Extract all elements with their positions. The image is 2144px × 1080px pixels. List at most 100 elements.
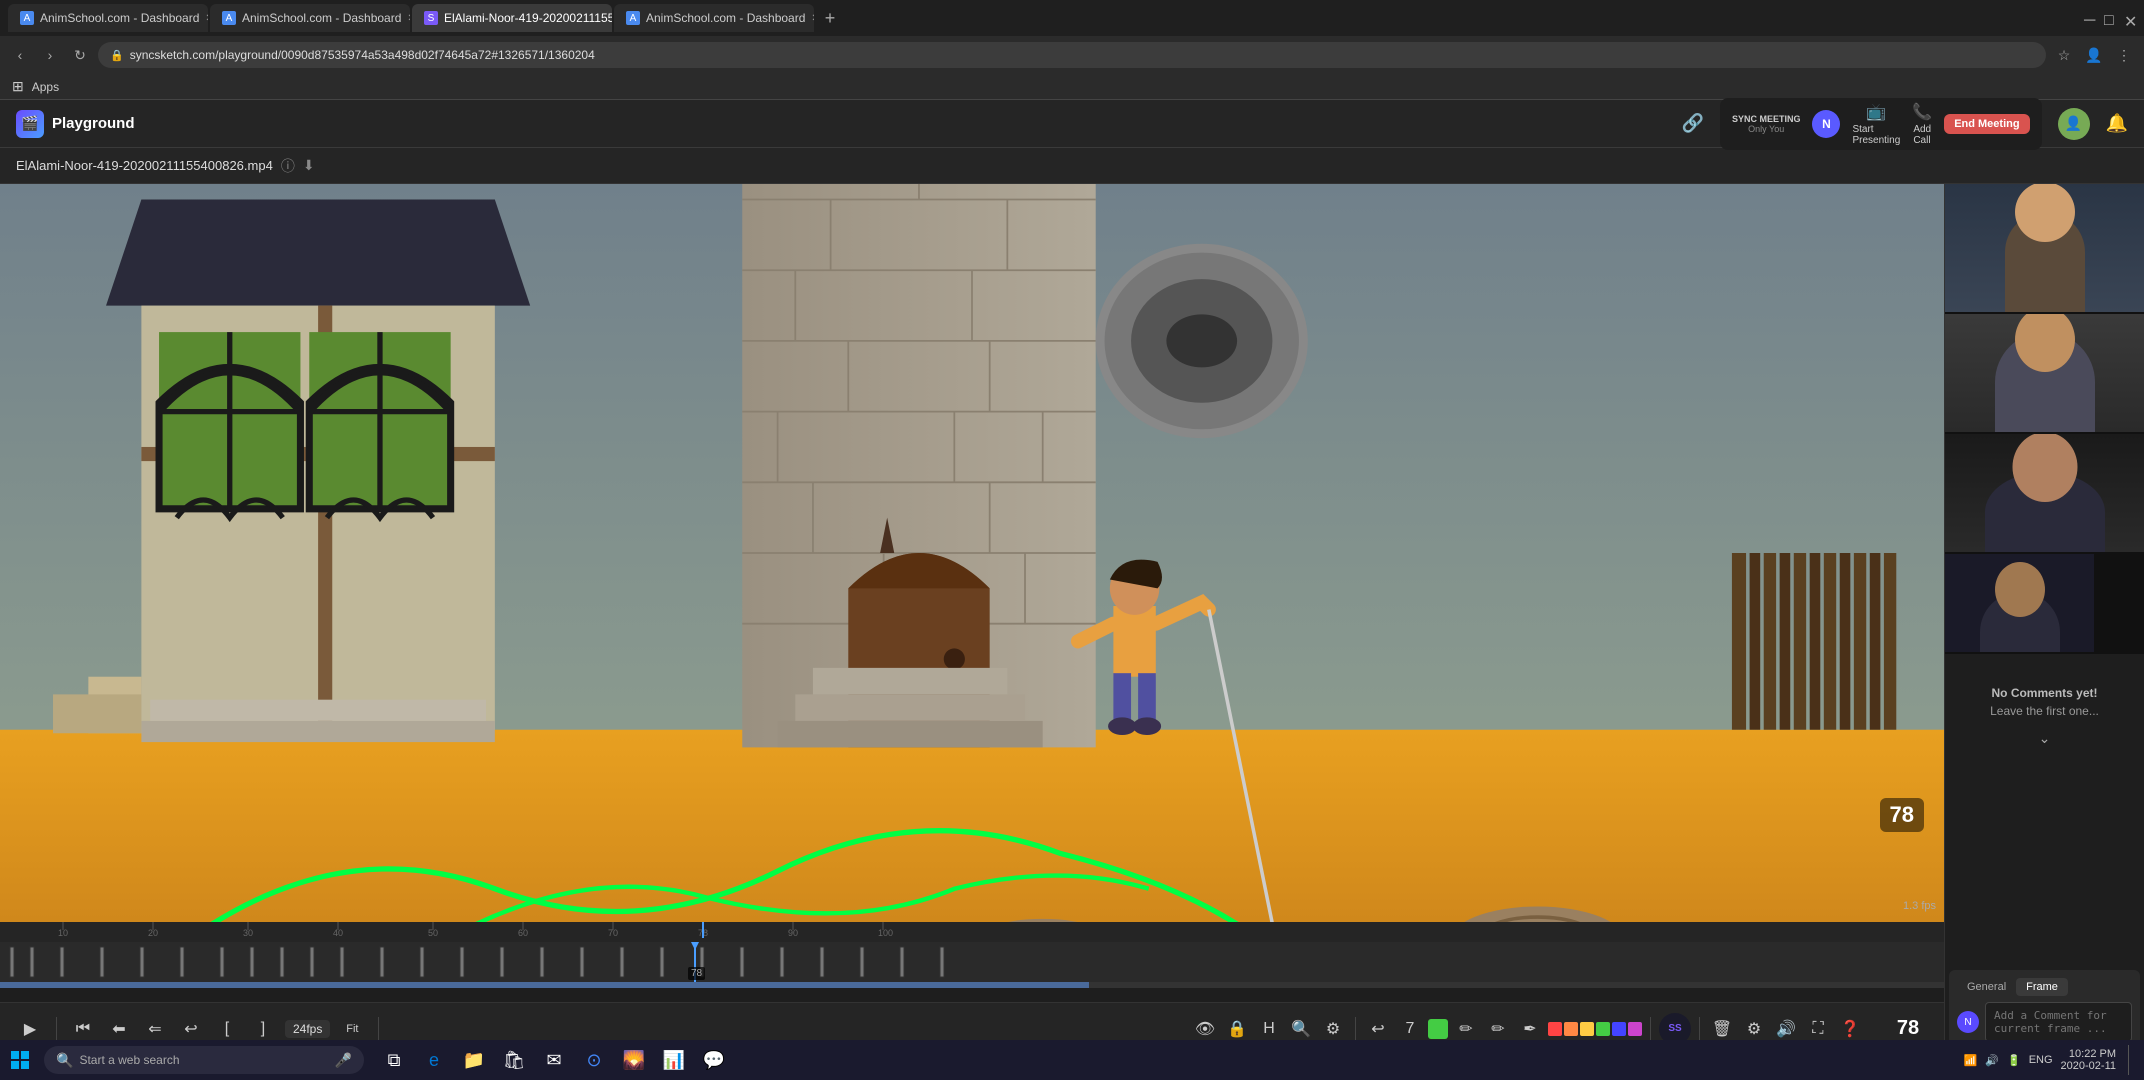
play-button[interactable]: ▶ (16, 1015, 44, 1043)
audio-button[interactable]: 🔊 (1772, 1015, 1800, 1043)
comment-textarea[interactable] (1985, 1002, 2132, 1042)
color-orange[interactable] (1564, 1022, 1578, 1036)
microphone-icon[interactable]: 🎤 (335, 1052, 352, 1069)
new-tab-button[interactable]: + (816, 4, 844, 32)
file-info-bar: ElAlami-Noor-419-20200211155400826.mp4 ⓘ… (0, 148, 2144, 184)
fit-button[interactable]: Fit (338, 1015, 366, 1043)
color-palette (1548, 1022, 1642, 1036)
tab-close-2[interactable]: ✕ (407, 13, 410, 24)
search-tool-button[interactable]: 🔍 (1287, 1015, 1315, 1043)
bracket-start-button[interactable]: [ (213, 1015, 241, 1043)
forward-button[interactable]: › (38, 43, 62, 67)
play-icon: ▶ (24, 1019, 36, 1039)
start-presenting-button[interactable]: 📺 StartPresenting (1852, 102, 1900, 146)
expand-comments-button[interactable]: ⌄ (1957, 726, 2132, 751)
skip-to-start-button[interactable]: ⏮ (69, 1015, 97, 1043)
color-green[interactable] (1596, 1022, 1610, 1036)
settings2-button[interactable]: ⚙ (1740, 1015, 1768, 1043)
color-purple[interactable] (1628, 1022, 1642, 1036)
logo-icon: 🎬 (16, 110, 44, 138)
end-meeting-button[interactable]: End Meeting (1944, 114, 2029, 134)
lock-icon: 🔒 (110, 49, 124, 62)
meeting-label: SYNC MEETING Only You (1732, 114, 1801, 134)
bracket-end-button[interactable]: ] (249, 1015, 277, 1043)
loop-button[interactable]: ↩ (177, 1015, 205, 1043)
store-button[interactable]: 🛍 (496, 1042, 532, 1078)
tab-3[interactable]: S ElAlami-Noor-419-20200211155... ✕ (412, 4, 612, 32)
minimize-button[interactable]: ─ (2084, 12, 2096, 24)
start-presenting-label: StartPresenting (1852, 124, 1900, 146)
tab-4[interactable]: A AnimSchool.com - Dashboard ✕ (614, 4, 814, 32)
back-button[interactable]: ‹ (8, 43, 32, 67)
undo-button[interactable]: ↩ (1364, 1015, 1392, 1043)
download-button[interactable]: ⬇ (303, 157, 315, 174)
color-yellow[interactable] (1580, 1022, 1594, 1036)
app-button-7[interactable]: 💬 (696, 1042, 732, 1078)
ruler-svg: 10 20 30 40 50 60 70 78 90 100 (8, 922, 1936, 942)
language-indicator: ENG (2029, 1054, 2053, 1066)
tab-1[interactable]: A AnimSchool.com - Dashboard ✕ (8, 4, 208, 32)
mail-button[interactable]: ✉ (536, 1042, 572, 1078)
general-tab-label: General (1967, 981, 2006, 993)
pen-tool-button[interactable]: ✒ (1516, 1015, 1544, 1043)
start-button[interactable] (0, 1040, 40, 1080)
delete-button[interactable]: 🗑 (1708, 1015, 1736, 1043)
lock-tool-button[interactable]: 🔒 (1223, 1015, 1251, 1043)
battery-icon[interactable]: 🔋 (2007, 1054, 2021, 1067)
fullscreen-button[interactable]: ⛶ (1804, 1015, 1832, 1043)
general-tab[interactable]: General (1957, 978, 2016, 996)
prev-frame-button[interactable]: ⬅ (105, 1015, 133, 1043)
link-icon[interactable]: 🔗 (1682, 113, 1704, 134)
taskbar-search-box[interactable]: 🔍 Start a web search 🎤 (44, 1046, 364, 1074)
photos-button[interactable]: 🌄 (616, 1042, 652, 1078)
close-button[interactable]: ✕ (2124, 12, 2136, 24)
comment-tabs: General Frame (1957, 978, 2132, 996)
maximize-button[interactable]: □ (2104, 12, 2116, 24)
add-call-button[interactable]: 📞 AddCall (1912, 102, 1932, 146)
color-blue[interactable] (1612, 1022, 1626, 1036)
help-button[interactable]: ❓ (1836, 1015, 1864, 1043)
fps-display: 24fps (285, 1020, 330, 1038)
tab-close-1[interactable]: ✕ (205, 13, 208, 24)
windows-logo-icon (10, 1050, 30, 1070)
hide-tool-button[interactable]: 👁 (1191, 1015, 1219, 1043)
address-box[interactable]: 🔒 syncsketch.com/playground/0090d8753597… (98, 42, 2046, 68)
task-view-button[interactable]: ⧉ (376, 1042, 412, 1078)
green-color-swatch[interactable] (1428, 1019, 1448, 1039)
show-desktop-button[interactable] (2128, 1045, 2132, 1075)
color-red[interactable] (1548, 1022, 1562, 1036)
network-icon[interactable]: 📶 (1964, 1054, 1978, 1067)
number-tool-button[interactable]: 7 (1396, 1015, 1424, 1043)
tab-label-1: AnimSchool.com - Dashboard (40, 11, 199, 25)
eraser-tool-button[interactable]: ✏ (1484, 1015, 1512, 1043)
only-you-text: Only You (1732, 124, 1801, 134)
frame-tab[interactable]: Frame (2016, 978, 2068, 996)
tab-favicon-1: A (20, 11, 34, 25)
user-account-button[interactable]: 👤 (2082, 43, 2106, 67)
chrome-button[interactable]: ⊙ (576, 1042, 612, 1078)
time-label-text: 1.3 fps (1903, 900, 1936, 912)
video-section: 78 1.3 fps 10 20 30 40 50 60 (0, 184, 1944, 1054)
notification-icon[interactable]: 🔔 (2106, 113, 2128, 134)
menu-button[interactable]: ⋮ (2112, 43, 2136, 67)
refresh-button[interactable]: ↻ (68, 43, 92, 67)
volume-icon[interactable]: 🔊 (1985, 1054, 1999, 1067)
tab-2[interactable]: A AnimSchool.com - Dashboard ✕ (210, 4, 410, 32)
file-explorer-button[interactable]: 📁 (456, 1042, 492, 1078)
current-frame-number: 78 (1897, 1017, 1919, 1039)
presenter-avatar: N (1812, 110, 1840, 138)
participant-video-2 (1945, 314, 2144, 434)
edge-browser-button[interactable]: e (416, 1042, 452, 1078)
taskbar: 🔍 Start a web search 🎤 ⧉ e 📁 🛍 ✉ ⊙ 🌄 📊 💬… (0, 1040, 2144, 1080)
time-display: 10:22 PM (2061, 1048, 2116, 1060)
pencil-tool-button[interactable]: ✏ (1452, 1015, 1480, 1043)
bookmark-button[interactable]: ☆ (2052, 43, 2076, 67)
step-back-button[interactable]: ⇐ (141, 1015, 169, 1043)
tab-close-4[interactable]: ✕ (811, 13, 814, 24)
info-icon-button[interactable]: ⓘ (281, 156, 295, 176)
user-avatar[interactable]: 👤 (2058, 108, 2090, 140)
app-button-6[interactable]: 📊 (656, 1042, 692, 1078)
settings-tool-button[interactable]: ⚙ (1319, 1015, 1347, 1043)
header-tool-button[interactable]: H (1255, 1015, 1283, 1043)
scrubber-track[interactable]: 78 (0, 942, 1944, 982)
